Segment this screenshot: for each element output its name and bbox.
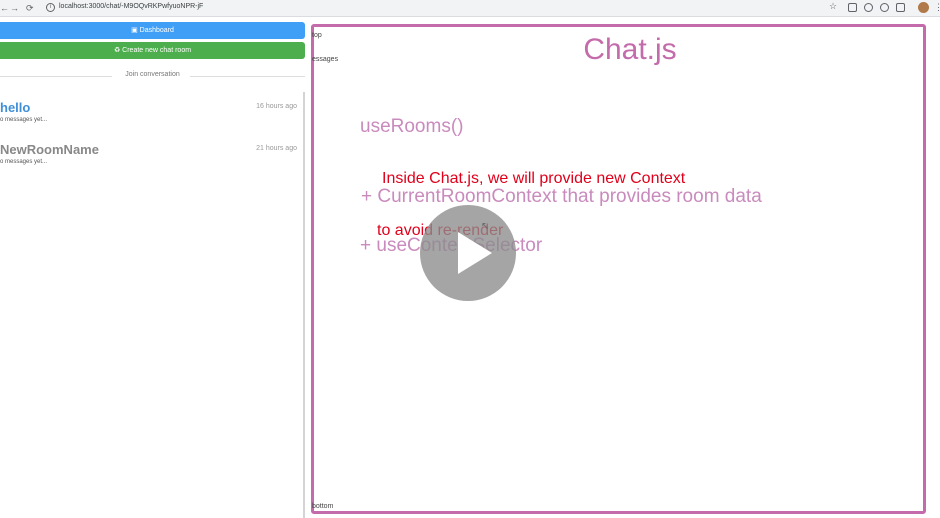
slide-title: Chat.js bbox=[583, 33, 677, 66]
room-timestamp: 21 hours ago bbox=[256, 145, 297, 152]
extension-shield-icon[interactable] bbox=[864, 3, 873, 12]
create-chat-room-button[interactable]: ♻ Create new chat room bbox=[0, 42, 305, 59]
mouse-cursor-icon: ↖ bbox=[481, 221, 490, 232]
dashboard-button[interactable]: ▣ Dashboard bbox=[0, 22, 305, 39]
chat-slide-frame bbox=[311, 24, 926, 514]
create-room-button-label: Create new chat room bbox=[122, 47, 192, 54]
room-name: NewRoomName bbox=[0, 142, 99, 157]
menu-icon[interactable]: ⋮ bbox=[934, 2, 940, 13]
extension-headphones-icon[interactable] bbox=[880, 3, 889, 12]
dashboard-icon: ▣ bbox=[131, 27, 138, 34]
join-conversation-label: Join conversation bbox=[125, 71, 180, 78]
room-timestamp: 16 hours ago bbox=[256, 103, 297, 110]
bookmark-star-icon[interactable]: ☆ bbox=[829, 1, 837, 12]
create-room-icon: ♻ bbox=[113, 47, 121, 54]
profile-avatar[interactable] bbox=[918, 2, 929, 13]
chat-messages-label: essages bbox=[312, 56, 339, 63]
video-play-button[interactable] bbox=[420, 205, 516, 301]
reload-icon[interactable]: ⟳ bbox=[26, 3, 34, 13]
forward-icon[interactable]: → bbox=[10, 3, 19, 13]
room-last-message: o messages yet... bbox=[0, 117, 48, 123]
browser-toolbar: ← → ⟳ i localhost:3000/chat/-M9OQvRKPwfy… bbox=[0, 0, 940, 17]
room-item-hello[interactable]: hello 16 hours ago o messages yet... bbox=[0, 100, 300, 130]
extension-camera-icon[interactable] bbox=[896, 3, 905, 12]
slide-line-use-rooms: useRooms() bbox=[360, 116, 464, 137]
slide-line-current-room-context: + CurrentRoomContext that provides room … bbox=[361, 186, 762, 207]
dashboard-button-label: Dashboard bbox=[139, 27, 174, 34]
back-icon[interactable]: ← bbox=[0, 3, 9, 13]
divider-line bbox=[190, 76, 305, 77]
address-bar[interactable]: localhost:3000/chat/-M9OQvRKPwfyuoNPR-jF bbox=[59, 3, 203, 10]
room-last-message: o messages yet... bbox=[0, 159, 48, 165]
divider-line bbox=[0, 76, 112, 77]
chat-bottom-label: bottom bbox=[312, 503, 334, 510]
sidebar-scrollbar[interactable] bbox=[303, 92, 305, 518]
room-name: hello bbox=[0, 100, 31, 115]
site-info-icon[interactable]: i bbox=[46, 3, 55, 12]
extension-pocket-icon[interactable] bbox=[848, 3, 857, 12]
chat-top-label: top bbox=[312, 32, 322, 39]
join-conversation-divider: Join conversation bbox=[0, 71, 305, 81]
play-icon bbox=[458, 232, 492, 274]
room-item-newroomname[interactable]: NewRoomName 21 hours ago o messages yet.… bbox=[0, 142, 300, 172]
